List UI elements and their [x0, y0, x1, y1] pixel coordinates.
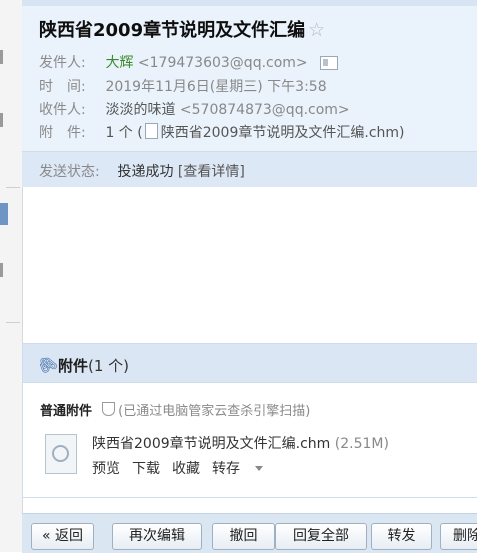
- from-label: 发件人:: [39, 55, 86, 71]
- vcard-icon[interactable]: [320, 56, 339, 70]
- attachment-actions: 预览 下载 收藏 转存: [92, 458, 275, 478]
- save-to-dropdown[interactable]: 转存: [212, 461, 263, 477]
- save-to-label: 转存: [212, 461, 240, 477]
- recall-button[interactable]: 撤回: [212, 523, 275, 550]
- attachments-title-text: 附件: [58, 357, 89, 375]
- chm-file-icon-ring: [52, 445, 69, 462]
- attachment-file-name[interactable]: 陕西省2009章节说明及文件汇编.chm: [92, 436, 330, 452]
- attachments-panel: 🖇 附件(1 个) 普通附件 (已通过电脑管家云查杀引擎扫描) 陕西省2009章…: [22, 343, 477, 498]
- download-link[interactable]: 下载: [132, 461, 160, 477]
- attachment-file: 陕西省2009章节说明及文件汇编.chm (2.51M): [92, 433, 389, 453]
- section-label: 普通附件: [40, 404, 93, 419]
- delete-button[interactable]: 删除: [440, 523, 477, 550]
- sidebar-divider: [6, 187, 20, 188]
- time-row: 时 间: 2019年11月6日(星期三) 下午3:58: [39, 76, 327, 96]
- time-label: 时 间:: [39, 79, 86, 95]
- scan-note-text: (已通过电脑管家云查杀引擎扫描): [118, 404, 311, 419]
- edit-again-button[interactable]: 再次编辑: [112, 523, 202, 550]
- reply-all-button[interactable]: 回复全部: [275, 523, 367, 550]
- sidebar-tick: [0, 263, 3, 277]
- chm-file-icon[interactable]: [45, 434, 77, 474]
- attachment-row: 附 件: 1 个 ( 陕西省2009章节说明及文件汇编.chm): [39, 122, 404, 142]
- recipient-address: <570874873@qq.com>: [179, 102, 350, 118]
- attachment-section: 普通附件 (已通过电脑管家云查杀引擎扫描): [40, 400, 310, 419]
- bottom-toolbar: « 返回 再次编辑 撤回 回复全部 转发 删除: [22, 513, 477, 553]
- forward-button[interactable]: 转发: [371, 523, 432, 550]
- attachments-count: (1 个): [88, 357, 130, 375]
- to-row: 收件人: 淡淡的味道 <570874873@qq.com>: [39, 99, 350, 119]
- to-label: 收件人:: [39, 102, 86, 118]
- star-icon[interactable]: ☆: [308, 19, 325, 41]
- back-button[interactable]: « 返回: [31, 523, 94, 550]
- sidebar-selected-marker[interactable]: [0, 203, 8, 225]
- from-row: 发件人: 大辉 <179473603@qq.com>: [39, 52, 339, 72]
- sidebar-divider: [6, 322, 20, 323]
- status-value: 投递成功: [117, 164, 174, 180]
- sender-name[interactable]: 大辉: [105, 55, 133, 71]
- attachment-link[interactable]: 陕西省2009章节说明及文件汇编.chm): [161, 125, 405, 141]
- shield-icon: [102, 402, 116, 416]
- scan-note: (已通过电脑管家云查杀引擎扫描): [100, 402, 311, 419]
- attachments-header: 🖇 附件(1 个): [23, 344, 477, 383]
- paperclip-icon: 🖇: [33, 350, 61, 379]
- recipient-name[interactable]: 淡淡的味道: [105, 102, 175, 118]
- status-label: 发送状态:: [39, 164, 100, 180]
- mail-subject: 陕西省2009章节说明及文件汇编 ☆: [39, 16, 325, 42]
- preview-link[interactable]: 预览: [92, 461, 120, 477]
- mail-header: 陕西省2009章节说明及文件汇编 ☆ 发件人: 大辉 <179473603@qq.…: [22, 0, 477, 187]
- sender-address: <179473603@qq.com>: [137, 55, 308, 71]
- file-icon: [144, 123, 158, 139]
- caret-down-icon: [255, 466, 263, 471]
- subject-text: 陕西省2009章节说明及文件汇编: [39, 20, 306, 41]
- attachment-file-size: (2.51M): [334, 436, 389, 452]
- sidebar-tick: [0, 50, 3, 64]
- header-top-border: [22, 0, 477, 6]
- status-detail-link[interactable]: [查看详情]: [178, 164, 245, 180]
- delivery-status-bar: 发送状态: 投递成功 [查看详情]: [22, 151, 477, 187]
- status-row: 发送状态: 投递成功 [查看详情]: [39, 161, 245, 181]
- attachment-count: 1 个 (: [105, 125, 143, 141]
- left-sidebar-strip: [0, 0, 23, 552]
- attachment-label: 附 件:: [39, 125, 86, 141]
- sidebar-tick: [0, 113, 3, 127]
- attachments-title: 附件(1 个): [58, 355, 129, 376]
- time-value: 2019年11月6日(星期三) 下午3:58: [105, 79, 327, 95]
- favorite-link[interactable]: 收藏: [172, 461, 200, 477]
